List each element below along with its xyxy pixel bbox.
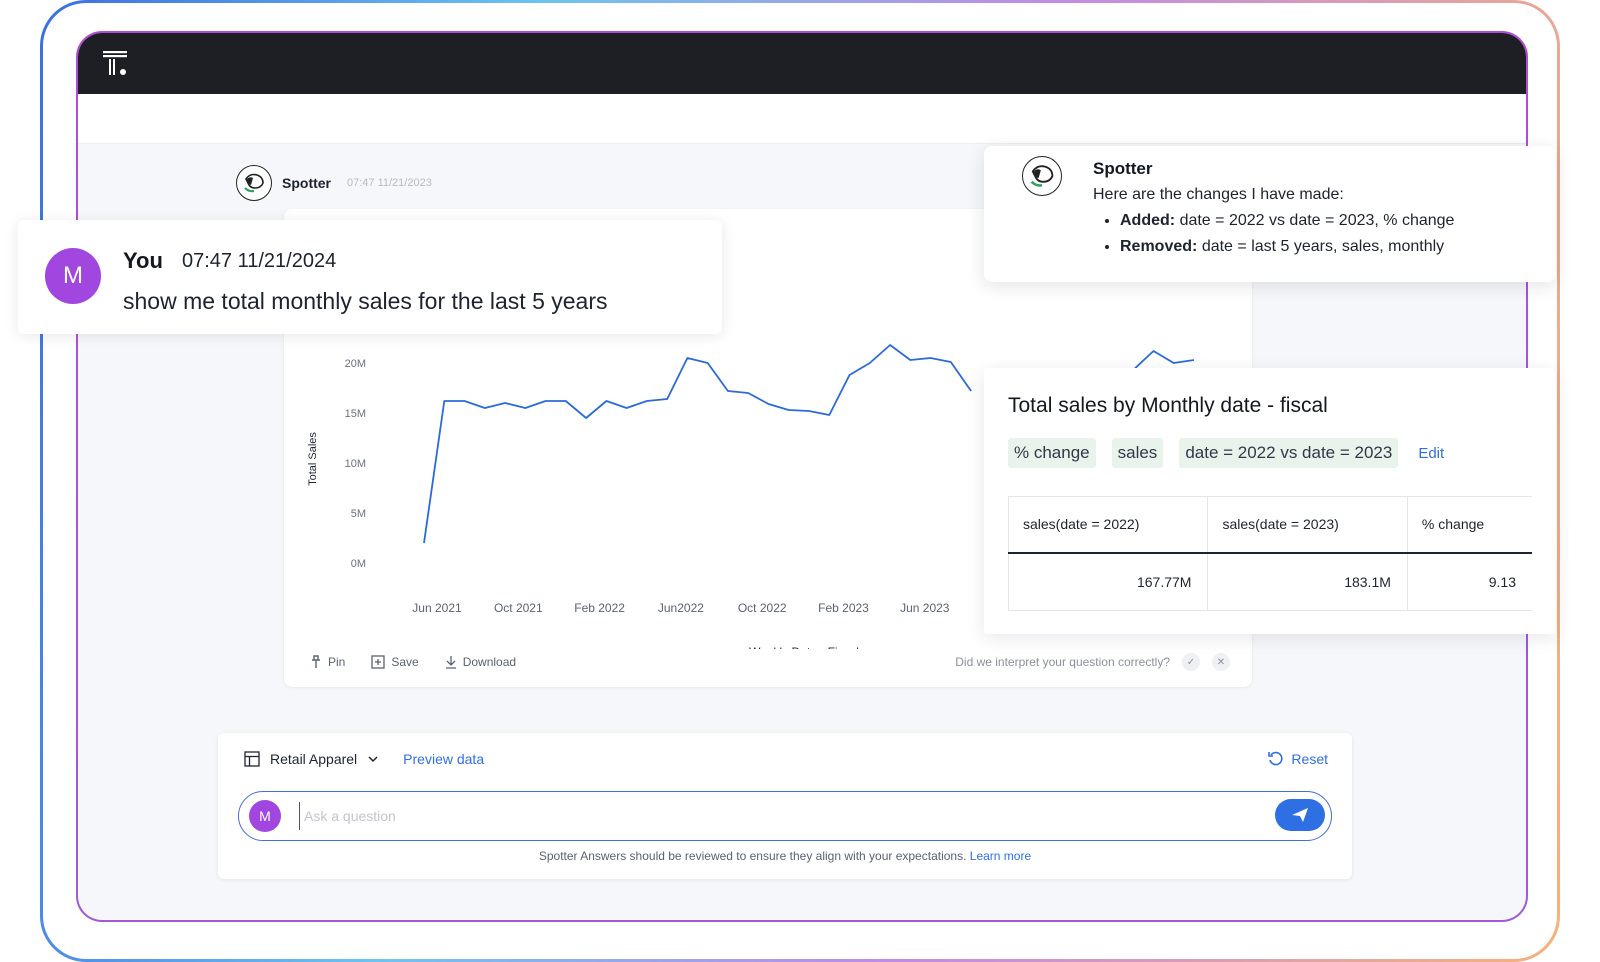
table-grid-icon [244,751,260,767]
plus-square-icon [371,655,385,669]
ask-question-input[interactable] [299,802,1199,830]
thoughtspot-logo-icon[interactable] [102,49,130,77]
chip-percent-change[interactable]: % change [1008,438,1096,468]
x-tick-label: Oct 2022 [738,601,787,615]
save-button[interactable]: Save [371,655,419,669]
disclaimer: Spotter Answers should be reviewed to en… [218,849,1352,863]
feedback-question: Did we interpret your question correctly… [955,655,1170,669]
table-cell: 183.1M [1207,552,1408,611]
user-message-timestamp: 07:47 11/21/2024 [182,250,337,272]
x-tick-label: Jun 2023 [900,601,950,615]
pin-icon [312,655,320,668]
x-tick-label: Jun2022 [658,601,704,615]
change-added: Added: date = 2022 vs date = 2023, % cha… [1120,208,1454,234]
removed-text: date = last 5 years, sales, monthly [1201,238,1445,255]
x-tick-label: Feb 2023 [818,601,869,615]
feedback-row: Did we interpret your question correctly… [955,653,1230,671]
thumbs-up-check-icon[interactable]: ✓ [1182,653,1200,671]
result-title: Total sales by Monthly date - fiscal [1008,394,1328,417]
removed-label: Removed: [1120,238,1198,255]
spotter-dog-avatar-icon [1022,156,1062,196]
save-label: Save [391,655,419,669]
table-row: 167.77M 183.1M 9.13 [1007,552,1532,611]
ask-question-box: M [238,791,1332,841]
y-axis-label: Total Sales [307,432,319,486]
top-bar [78,33,1526,94]
pin-button[interactable]: Pin [310,655,345,669]
y-tick-label: 20M [345,358,366,370]
y-tick-label: 10M [345,458,366,470]
download-icon [445,656,456,669]
close-x-icon[interactable]: ✕ [1212,653,1230,671]
x-tick-label: Jun 2021 [412,601,462,615]
question-input-panel: Retail Apparel Preview data Reset M Spot… [218,733,1352,879]
reset-button[interactable]: Reset [1267,751,1328,767]
learn-more-link[interactable]: Learn more [970,849,1031,863]
x-axis-label: Weekly Date - Fiscal [749,645,859,649]
chart-actions: Pin Save Download [310,655,516,669]
user-avatar: M [45,248,101,304]
spotter-header: Spotter 07:47 11/21/2023 [236,165,432,201]
column-header[interactable]: sales(date = 2023) [1207,496,1408,554]
pin-label: Pin [328,655,346,669]
chip-sales[interactable]: sales [1111,438,1164,468]
added-label: Added: [1120,212,1176,229]
download-label: Download [462,655,517,669]
change-removed: Removed: date = last 5 years, sales, mon… [1120,234,1454,260]
chevron-down-icon[interactable] [367,754,379,764]
chip-date-comparison[interactable]: date = 2022 vs date = 2023 [1179,438,1399,468]
y-tick-label: 0M [351,558,366,570]
table-cell: 167.77M [1007,552,1208,611]
datasource-select[interactable]: Retail Apparel [270,751,357,767]
spotter-dog-avatar-icon [236,165,272,201]
added-text: date = 2022 vs date = 2023, % change [1179,212,1455,229]
spotter-name: Spotter [1093,159,1153,178]
preview-data-link[interactable]: Preview data [403,751,484,767]
column-header[interactable]: sales(date = 2022) [1007,496,1208,554]
result-card: Total sales by Monthly date - fiscal % c… [984,368,1556,634]
query-chips: % change sales date = 2022 vs date = 202… [1008,438,1444,468]
download-button[interactable]: Download [445,655,516,669]
user-message-text: show me total monthly sales for the last… [123,288,608,314]
user-message-card: M You 07:47 11/21/2024 show me total mon… [18,220,722,334]
column-header[interactable]: % change [1406,496,1532,554]
reset-icon [1268,751,1283,766]
send-icon [1292,808,1308,822]
changes-list: Added: date = 2022 vs date = 2023, % cha… [1120,208,1454,260]
edit-link[interactable]: Edit [1418,445,1444,462]
disclaimer-text: Spotter Answers should be reviewed to en… [538,849,967,863]
table-cell: 9.13 [1406,552,1532,611]
result-table: sales(date = 2022) sales(date = 2023) % … [1007,496,1532,611]
spotter-timestamp: 07:47 11/21/2023 [347,177,432,189]
spotter-changes-card: Spotter Here are the changes I have made… [984,146,1556,282]
reset-label: Reset [1291,751,1328,767]
send-button[interactable] [1275,799,1325,831]
y-tick-label: 15M [345,408,366,420]
datasource-row: Retail Apparel Preview data [244,751,484,767]
x-tick-label: Feb 2022 [574,601,625,615]
y-tick-label: 5M [351,508,366,520]
changes-intro: Here are the changes I have made: [1093,186,1344,203]
sub-header-bar [78,94,1526,144]
user-name: You [123,248,163,273]
table-header-row: sales(date = 2022) sales(date = 2023) % … [1007,496,1532,554]
x-tick-label: Oct 2021 [494,601,543,615]
spotter-name: Spotter [282,175,331,191]
user-avatar-small: M [249,800,281,832]
